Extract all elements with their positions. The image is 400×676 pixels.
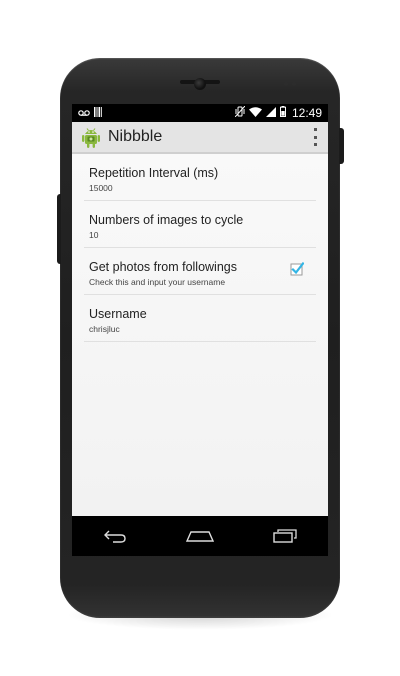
pref-title: Get photos from followings [89,260,237,274]
pref-images-to-cycle[interactable]: Numbers of images to cycle 10 [84,201,316,248]
power-button[interactable] [339,128,344,164]
clock: 12:49 [291,106,322,120]
pref-username[interactable]: Username chrisjluc [84,295,316,342]
pref-title: Repetition Interval (ms) [89,166,219,180]
app-title: Nibbble [108,128,163,145]
proximity-sensor [284,82,288,86]
overflow-menu-icon[interactable] [312,128,318,146]
battery-icon [279,106,286,120]
back-icon[interactable] [95,524,135,548]
pref-title: Numbers of images to cycle [89,213,244,227]
screenshot-stage: 12:49 Nibbble Repetition Interval (ms) 1… [0,0,400,676]
navigation-bar [72,516,328,556]
home-icon[interactable] [180,524,220,548]
pref-title: Username [89,307,147,321]
android-robot-icon[interactable] [80,126,102,148]
barcode-icon [94,106,102,120]
light-sensor [292,82,296,86]
pref-repetition-interval[interactable]: Repetition Interval (ms) 15000 [84,154,316,201]
voicemail-icon [78,106,90,120]
preferences-list: Repetition Interval (ms) 15000 Numbers o… [72,154,328,516]
vibrate-icon [234,105,246,120]
pref-summary: 15000 [89,183,113,193]
pref-summary: chrisjluc [89,324,120,334]
signal-icon [265,106,276,120]
phone-body: 12:49 Nibbble Repetition Interval (ms) 1… [57,58,344,618]
followings-checkbox[interactable] [290,261,305,276]
device-screen: 12:49 Nibbble Repetition Interval (ms) 1… [72,104,328,556]
pref-summary: Check this and input your username [89,277,226,287]
status-bar: 12:49 [72,104,328,122]
action-bar: Nibbble [72,122,328,154]
recent-apps-icon[interactable] [265,524,305,548]
pref-summary: 10 [89,230,99,240]
front-camera [194,78,206,90]
volume-button[interactable] [57,194,61,264]
pref-followings-photos[interactable]: Get photos from followings Check this an… [84,248,316,295]
wifi-icon [248,106,262,120]
